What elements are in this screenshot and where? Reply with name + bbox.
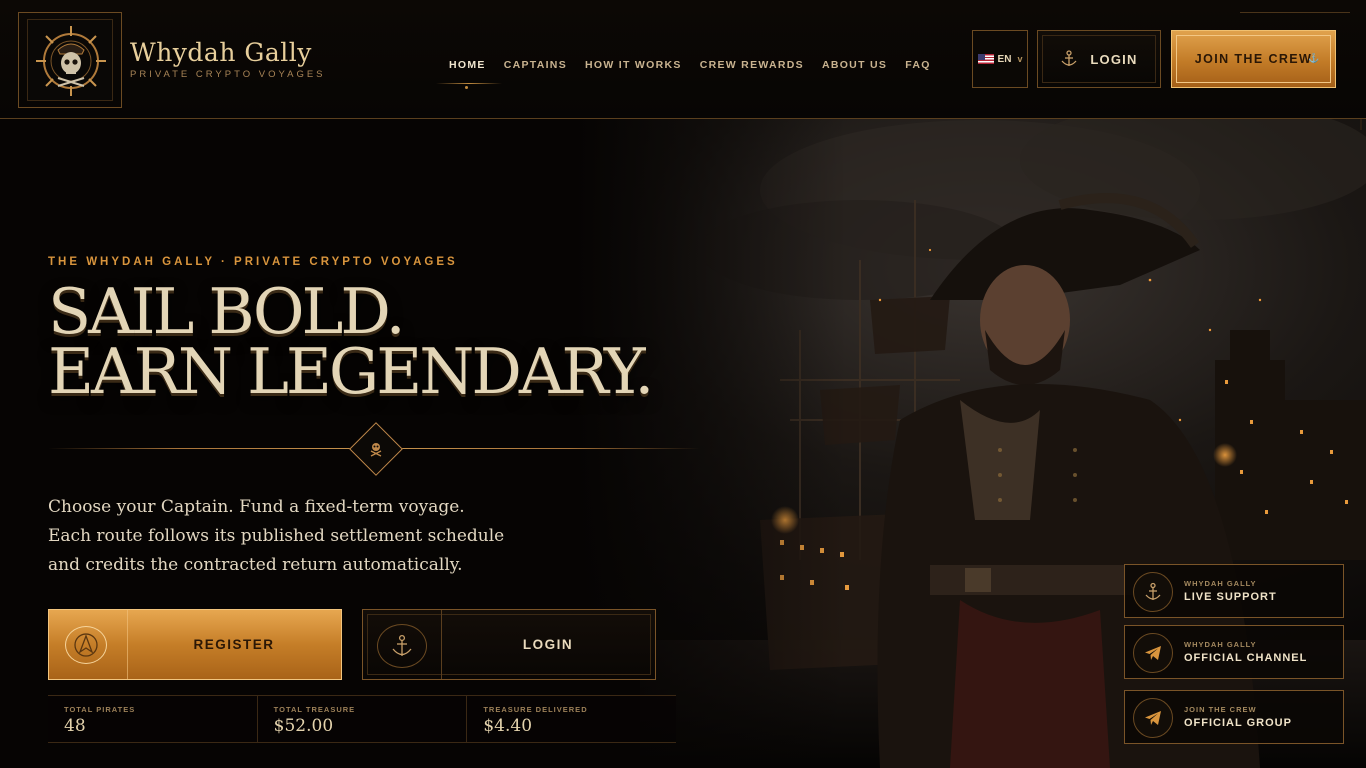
- small-anchor-icon: ⚓: [1308, 53, 1321, 63]
- skull-compass-icon: [36, 26, 106, 96]
- language-code: EN: [997, 53, 1012, 65]
- join-the-crew-button[interactable]: JOIN THE CREW ⚓: [1171, 30, 1336, 88]
- headline-line-2: EARN LEGENDARY.: [48, 340, 654, 403]
- headline-line-2-text: EARN LEGENDARY: [48, 335, 637, 408]
- card-subtitle: WHYDAH GALLY: [1184, 579, 1257, 588]
- hero-login-label: LOGIN: [522, 637, 574, 652]
- stat-treasure-delivered: TREASURE DELIVERED $4.40: [467, 696, 676, 742]
- register-button[interactable]: REGISTER: [48, 609, 342, 680]
- hero-headline: SAIL BOLD. EARN LEGENDARY.: [48, 275, 654, 403]
- nav-item-crew-rewards[interactable]: CREW REWARDS: [691, 58, 813, 72]
- hero-login-button[interactable]: LOGIN: [362, 609, 656, 680]
- stat-label: TREASURE DELIVERED: [483, 705, 588, 714]
- logo[interactable]: [18, 12, 122, 108]
- nav-active-underline: [436, 83, 502, 84]
- stat-value: $4.40: [483, 716, 533, 736]
- skull-crossbones-icon: [366, 439, 386, 459]
- card-title: OFFICIAL GROUP: [1184, 717, 1292, 729]
- nav-item-how-it-works[interactable]: HOW IT WORKS: [576, 58, 691, 72]
- stats-bar: TOTAL PIRATES 48 TOTAL TREASURE $52.00 T…: [48, 695, 676, 743]
- card-title: LIVE SUPPORT: [1184, 591, 1277, 603]
- anchor-icon: [377, 624, 427, 668]
- nav-item-about-us[interactable]: ABOUT US: [813, 58, 896, 72]
- brand-tagline: PRIVATE CRYPTO VOYAGES: [130, 69, 326, 80]
- nav-active-dot: [465, 86, 468, 89]
- live-support-card[interactable]: WHYDAH GALLY LIVE SUPPORT: [1124, 564, 1344, 618]
- main-nav: HOME CAPTAINS HOW IT WORKS CREW REWARDS …: [440, 58, 940, 72]
- official-channel-card[interactable]: WHYDAH GALLY OFFICIAL CHANNEL: [1124, 625, 1344, 679]
- hero-description-line-1: Choose your Captain. Fund a fixed-term v…: [48, 497, 465, 517]
- brand-name[interactable]: Whydah Gally: [130, 38, 312, 67]
- card-subtitle: WHYDAH GALLY: [1184, 640, 1257, 649]
- nav-item-captains[interactable]: CAPTAINS: [495, 58, 576, 72]
- stat-total-treasure: TOTAL TREASURE $52.00: [258, 696, 468, 742]
- nav-item-home[interactable]: HOME: [440, 58, 495, 72]
- header-login-label: LOGIN: [1090, 51, 1138, 67]
- compass-emblem-icon: [65, 626, 107, 664]
- chevron-down-icon: v: [1017, 54, 1023, 64]
- site-header: Whydah Gally PRIVATE CRYPTO VOYAGES HOME…: [0, 0, 1366, 119]
- official-group-card[interactable]: JOIN THE CREW OFFICIAL GROUP: [1124, 690, 1344, 744]
- card-title: OFFICIAL CHANNEL: [1184, 652, 1308, 664]
- stat-label: TOTAL PIRATES: [64, 705, 136, 714]
- card-subtitle: JOIN THE CREW: [1184, 705, 1257, 714]
- stat-label: TOTAL TREASURE: [273, 705, 356, 714]
- hero-description-line-2: Each route follows its published settlem…: [48, 526, 505, 546]
- us-flag-icon: [977, 54, 994, 64]
- logo-emblem: [27, 19, 113, 101]
- telegram-icon: [1133, 633, 1173, 673]
- header-decoration: [1240, 12, 1350, 13]
- join-the-crew-label: JOIN THE CREW: [1194, 52, 1313, 66]
- hero-kicker: THE WHYDAH GALLY · PRIVATE CRYPTO VOYAGE…: [48, 256, 458, 268]
- anchor-icon: [1133, 572, 1173, 612]
- headline-line-1: SAIL BOLD.: [48, 275, 406, 348]
- headline-period: .: [634, 335, 654, 408]
- stat-value: $52.00: [273, 716, 334, 736]
- anchor-icon: [1061, 50, 1077, 66]
- stat-value: 48: [64, 716, 86, 736]
- language-selector[interactable]: EN v: [972, 30, 1028, 88]
- hero-description: Choose your Captain. Fund a fixed-term v…: [48, 493, 518, 580]
- telegram-icon: [1133, 698, 1173, 738]
- header-login-button[interactable]: LOGIN: [1037, 30, 1161, 88]
- stat-total-pirates: TOTAL PIRATES 48: [48, 696, 258, 742]
- hero-description-line-3: and credits the contracted return automa…: [48, 555, 463, 575]
- register-label: REGISTER: [193, 637, 275, 652]
- nav-item-faq[interactable]: FAQ: [896, 58, 940, 72]
